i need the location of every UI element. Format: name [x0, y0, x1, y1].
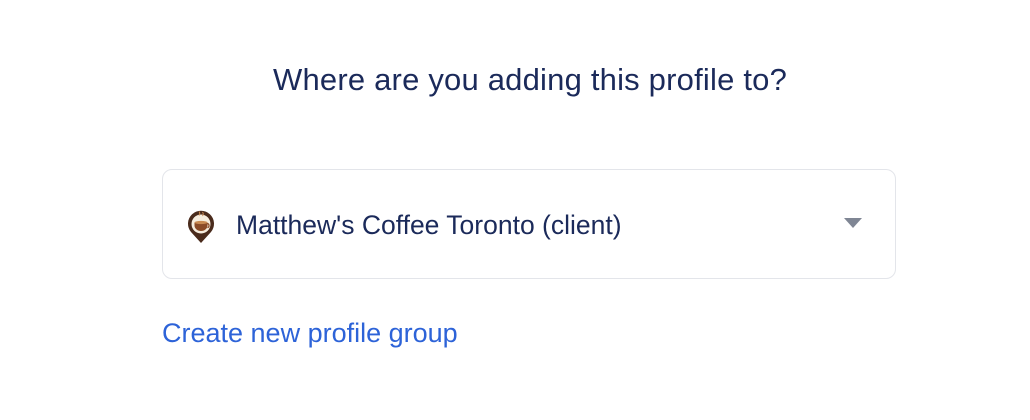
profile-group-select[interactable]: Matthew's Coffee Toronto (client) — [162, 169, 896, 279]
create-profile-group-link[interactable]: Create new profile group — [162, 314, 458, 352]
selected-profile-group-label: Matthew's Coffee Toronto (client) — [236, 210, 622, 240]
coffee-cup-location-pin-icon — [185, 206, 217, 244]
page-heading: Where are you adding this profile to? — [272, 62, 788, 97]
chevron-down-icon — [844, 218, 862, 228]
